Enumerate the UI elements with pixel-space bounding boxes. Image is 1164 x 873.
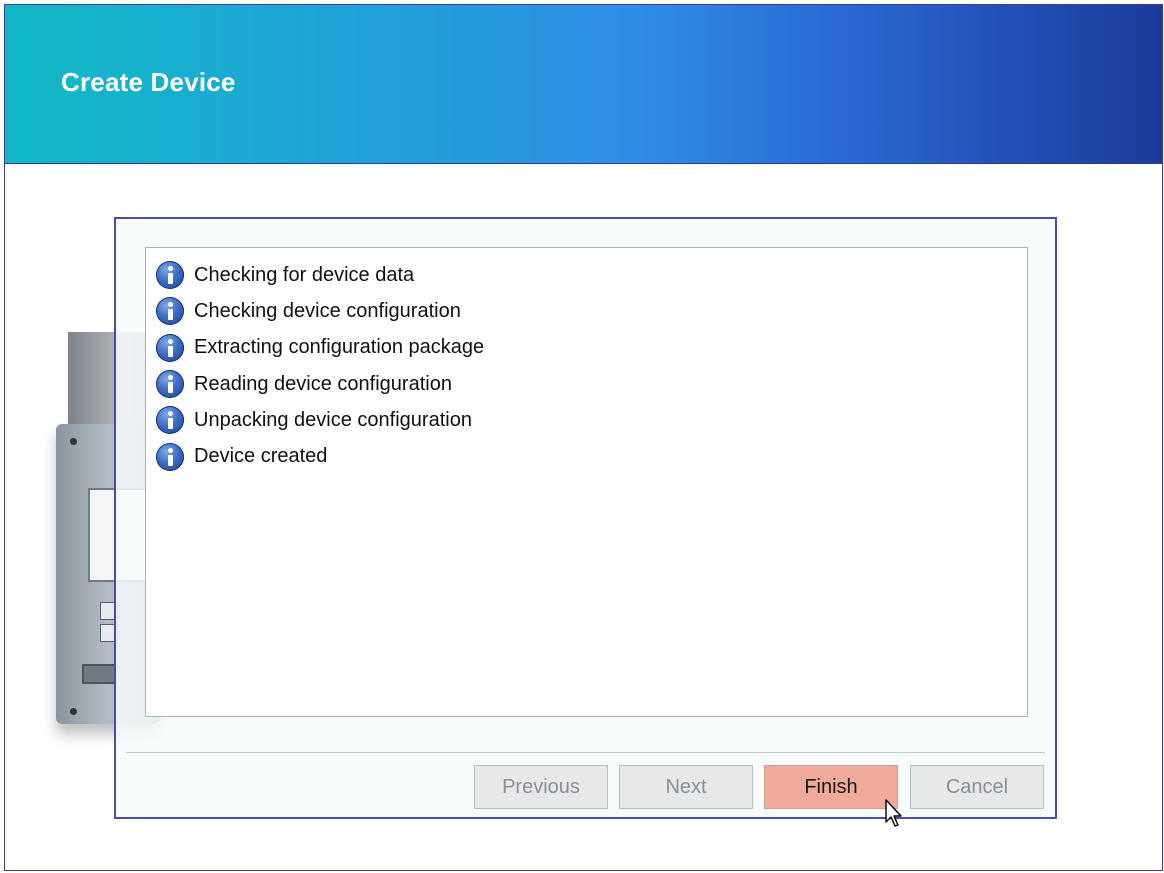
log-item-text: Checking for device data (194, 263, 415, 286)
log-item-text: Device created (194, 445, 328, 468)
next-button[interactable]: Next (619, 765, 753, 809)
window-title: Create Device (61, 67, 236, 97)
previous-button[interactable]: Previous (474, 765, 608, 809)
info-icon (156, 297, 184, 326)
log-item-text: Extracting configuration package (194, 336, 485, 359)
status-log[interactable]: Checking for device data Checking device… (145, 247, 1028, 717)
log-item-text: Checking device configuration (194, 299, 461, 322)
log-item: Device created (156, 438, 1017, 474)
info-icon (156, 261, 184, 290)
log-item: Unpacking device configuration (156, 402, 1017, 438)
title-bar: Create Device (5, 5, 1162, 164)
wizard-dialog: Checking for device data Checking device… (114, 217, 1057, 819)
info-icon (156, 406, 184, 435)
log-item: Extracting configuration package (156, 330, 1017, 366)
device-usb-port (82, 664, 116, 684)
info-icon (156, 370, 184, 399)
device-led (70, 438, 77, 445)
finish-button[interactable]: Finish (764, 765, 898, 809)
log-item: Reading device configuration (156, 366, 1017, 402)
info-icon (156, 333, 184, 362)
log-item-text: Unpacking device configuration (194, 408, 472, 431)
cancel-button[interactable]: Cancel (910, 765, 1044, 809)
mouse-pointer-icon (885, 799, 902, 827)
button-divider (126, 752, 1045, 753)
log-item: Checking for device data (156, 257, 1017, 293)
info-icon (156, 442, 184, 471)
device-led-bottom (70, 708, 77, 715)
log-item: Checking device configuration (156, 293, 1017, 329)
log-item-text: Reading device configuration (194, 372, 452, 395)
